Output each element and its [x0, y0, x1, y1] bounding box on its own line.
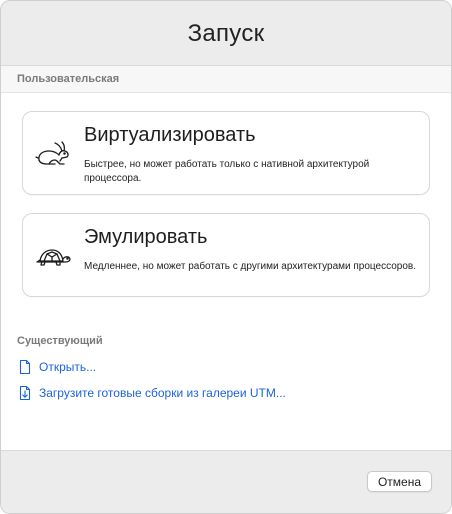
- document-icon: [19, 359, 31, 375]
- virtualize-description: Быстрее, но может работать только с нати…: [84, 159, 370, 184]
- dialog-title: Запуск: [187, 20, 265, 47]
- virtualize-option-card[interactable]: Виртуализировать Быстрее, но может работ…: [22, 111, 430, 195]
- existing-section-label: Существующий: [17, 335, 103, 347]
- rabbit-icon: [35, 141, 69, 165]
- emulate-description: Медленнее, но может работать с другими а…: [84, 261, 416, 272]
- emulate-option-card[interactable]: Эмулировать Медленнее, но может работать…: [22, 213, 430, 297]
- custom-section-label: Пользовательская: [17, 73, 120, 85]
- turtle-icon: [36, 249, 71, 266]
- open-link[interactable]: Открыть...: [18, 358, 96, 376]
- dialog-header: Запуск: [1, 1, 451, 66]
- download-gallery-link-label: Загрузите готовые сборки из галереи UTM.…: [39, 386, 286, 400]
- document-download-icon: [19, 385, 31, 401]
- launch-dialog: Запуск Пользовательская Виртуализировать…: [0, 0, 452, 514]
- download-gallery-link[interactable]: Загрузите готовые сборки из галереи UTM.…: [18, 384, 286, 402]
- dialog-footer: Отмена: [1, 450, 451, 513]
- emulate-title: Эмулировать: [84, 226, 208, 248]
- open-link-label: Открыть...: [39, 360, 97, 374]
- virtualize-title: Виртуализировать: [84, 124, 256, 146]
- custom-section-header: Пользовательская: [1, 66, 451, 93]
- cancel-button[interactable]: Отмена: [367, 471, 432, 492]
